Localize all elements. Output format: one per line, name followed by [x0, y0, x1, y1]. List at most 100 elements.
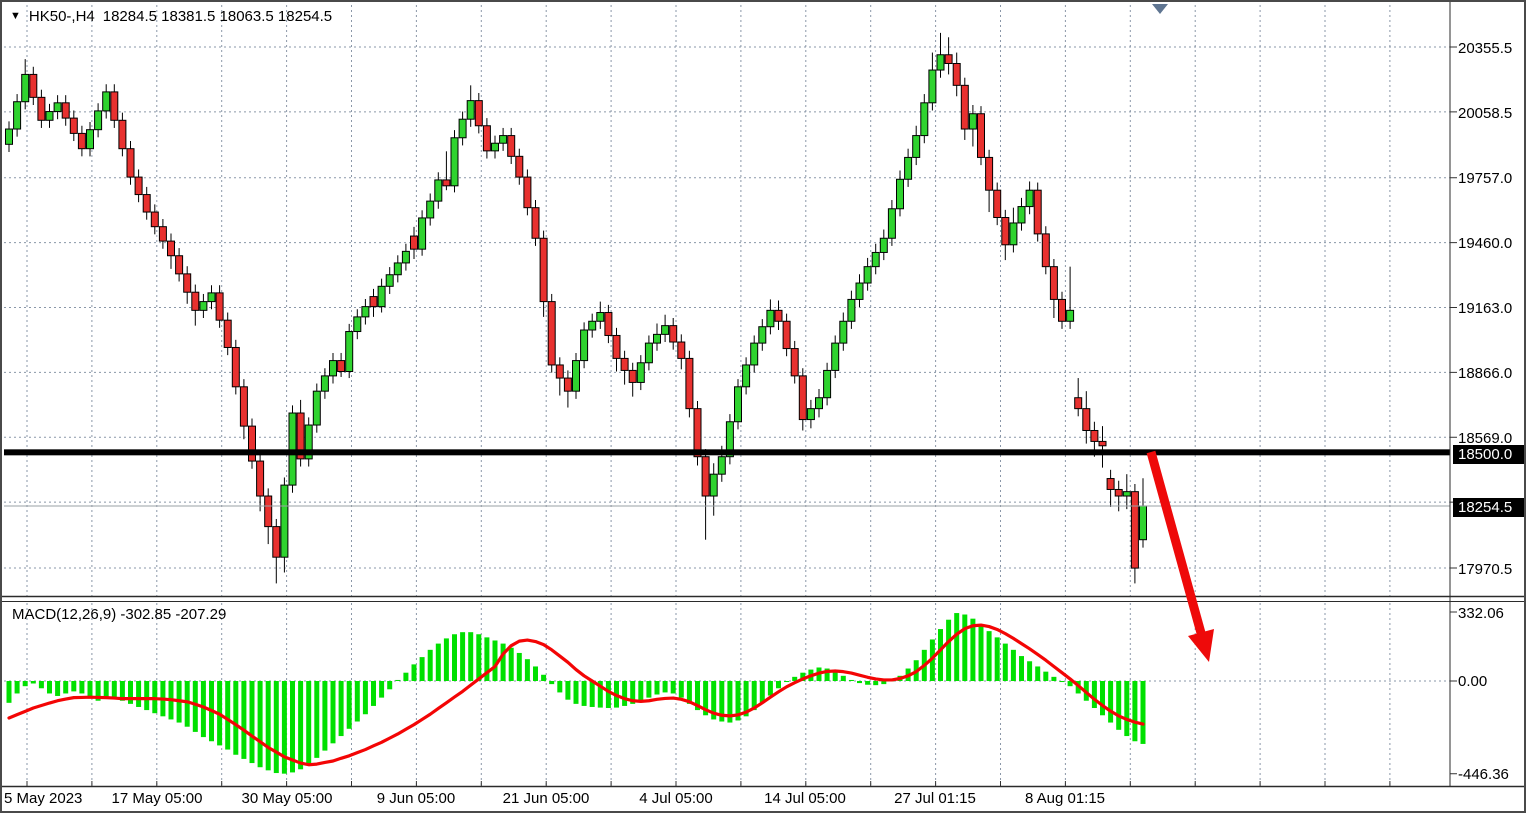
macd-histogram-bar [71, 681, 76, 691]
macd-histogram-bar [574, 681, 579, 704]
macd-histogram-bar [1141, 681, 1146, 744]
candle-bullish [864, 267, 871, 283]
trend-arrow-shaft[interactable] [1151, 452, 1201, 633]
macd-histogram-bar [379, 681, 384, 698]
candle-bullish [581, 330, 588, 361]
candle-bearish [411, 236, 418, 249]
candle-bullish [913, 136, 920, 158]
candle-bearish [216, 293, 223, 320]
price-axis-label: 18866.0 [1458, 365, 1512, 383]
macd-histogram-bar [663, 681, 668, 692]
candle-bearish [159, 227, 166, 241]
candle-bullish [735, 387, 742, 422]
candle-bearish [783, 321, 790, 348]
candle-bearish [483, 126, 490, 151]
macd-histogram-bar [768, 681, 773, 696]
time-axis-label: 8 Aug 01:15 [1000, 790, 1130, 807]
macd-histogram-bar [452, 634, 457, 681]
trend-arrow-head[interactable] [1188, 629, 1214, 662]
candle-bearish [532, 208, 539, 239]
candle-bullish [386, 275, 393, 287]
candle-bearish [961, 85, 968, 129]
candle-bullish [467, 101, 474, 120]
macd-histogram-bar [638, 681, 643, 701]
candle-bullish [888, 209, 895, 238]
candle-bearish [670, 326, 677, 342]
macd-histogram-bar [1092, 681, 1097, 708]
candle-bullish [208, 293, 215, 302]
candle-bullish [905, 157, 912, 179]
candle-bearish [986, 157, 993, 190]
macd-histogram-bar [468, 632, 473, 681]
macd-histogram-bar [865, 681, 870, 685]
candle-bearish [564, 378, 571, 391]
symbol-period-label: HK50-,H4 [29, 8, 95, 25]
macd-histogram-bar [363, 681, 368, 714]
macd-histogram-bar [1108, 681, 1113, 723]
candle-bearish [775, 310, 782, 321]
candle-bullish [1018, 207, 1025, 223]
candle-bearish [978, 114, 985, 158]
macd-histogram-bar [233, 681, 238, 755]
macd-histogram-bar [39, 681, 44, 688]
macd-histogram-bar [314, 681, 319, 758]
candle-bearish [1107, 479, 1114, 490]
candle-bearish [273, 527, 280, 558]
candle-bullish [816, 398, 823, 409]
candle-bearish [135, 177, 142, 194]
macd-histogram-bar [873, 681, 878, 685]
candle-bullish [22, 74, 29, 101]
candle-bearish [945, 55, 952, 64]
ohlc-values: 18284.5 18381.5 18063.5 18254.5 [103, 8, 332, 25]
candle-bullish [427, 201, 434, 218]
macd-histogram-bar [428, 650, 433, 681]
macd-histogram-bar [412, 664, 417, 681]
candle-bullish [751, 343, 758, 365]
candle-bearish [791, 349, 798, 376]
macd-histogram-bar [395, 680, 400, 681]
candle-bullish [362, 307, 369, 317]
candle-bullish [1140, 506, 1147, 540]
candle-bearish [1050, 267, 1057, 300]
candle-bearish [62, 103, 69, 118]
candle-bearish [143, 195, 150, 212]
macd-histogram-bar [250, 681, 255, 763]
candle-bullish [807, 409, 814, 420]
candle-bullish [281, 485, 288, 557]
macd-histogram-bar [1116, 681, 1121, 730]
macd-histogram-bar [31, 681, 36, 683]
candle-bearish [540, 238, 547, 301]
symbol-dropdown-icon: ▼ [10, 9, 21, 24]
candle-bullish [767, 310, 774, 326]
candle-bullish [937, 55, 944, 70]
candle-bullish [743, 365, 750, 387]
candle-bullish [872, 252, 879, 266]
candle-bearish [338, 361, 345, 372]
candle-bullish [6, 129, 13, 144]
candle-bullish [654, 334, 661, 343]
candle-bearish [168, 241, 175, 256]
macd-histogram-bar [355, 681, 360, 722]
candle-bearish [516, 156, 523, 177]
support-line-18500[interactable] [4, 449, 1450, 455]
macd-histogram-bar [128, 681, 133, 704]
candle-bullish [1010, 223, 1017, 245]
macd-histogram-bar [444, 638, 449, 681]
candle-bearish [232, 347, 239, 386]
macd-histogram-bar [225, 681, 230, 750]
macd-histogram-bar [557, 681, 562, 692]
macd-histogram-bar [1027, 661, 1032, 681]
candle-bearish [1099, 441, 1106, 445]
chart-canvas[interactable] [2, 2, 1524, 811]
candle-bearish [1002, 218, 1009, 245]
candle-bullish [662, 326, 669, 335]
macd-histogram-bar [282, 681, 287, 774]
macd-histogram-bar [841, 676, 846, 681]
candle-bearish [621, 358, 628, 370]
candle-bearish [686, 358, 693, 408]
macd-histogram-bar [987, 631, 992, 681]
candle-bearish [524, 177, 531, 208]
candle-bearish [953, 63, 960, 85]
macd-histogram-bar [857, 681, 862, 683]
candle-bearish [176, 256, 183, 274]
